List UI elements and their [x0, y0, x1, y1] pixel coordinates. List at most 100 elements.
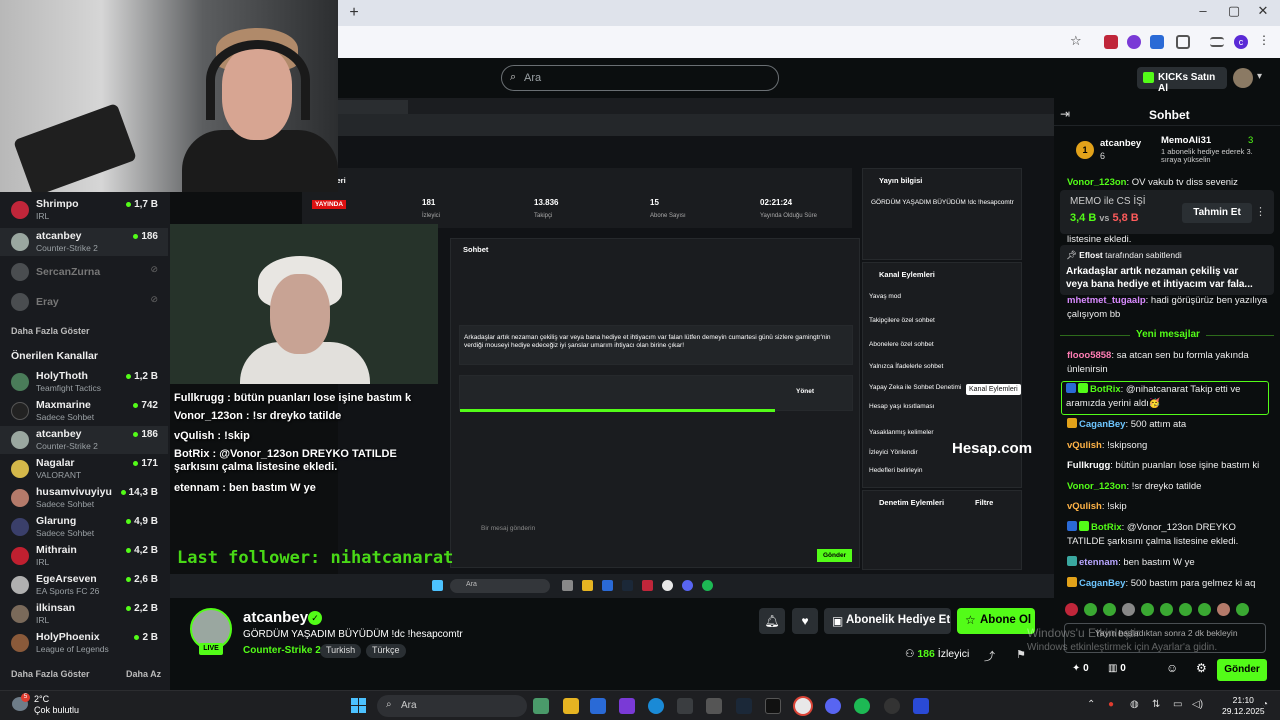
chat-username[interactable]: Vonor_123on — [1067, 177, 1126, 188]
emote-icon[interactable] — [1103, 603, 1116, 616]
more-options-icon[interactable]: ⋮ — [1255, 205, 1266, 218]
emote-icon[interactable] — [1179, 603, 1192, 616]
show-less-link[interactable]: Daha Az — [126, 669, 161, 679]
tray-app-icon[interactable]: ⇅ — [1152, 699, 1160, 710]
follow-heart-button[interactable]: ♥ — [792, 608, 818, 634]
emote-icon[interactable] — [1160, 603, 1173, 616]
chat-username[interactable]: BotRix — [1090, 384, 1121, 395]
buy-kicks-button[interactable]: KICKs Satın Al — [1137, 67, 1227, 94]
tray-app-icon[interactable]: ● — [1108, 699, 1114, 710]
settings-icon[interactable] — [590, 698, 606, 714]
emote-icon[interactable] — [1065, 603, 1078, 616]
taskbar-app-icon[interactable] — [619, 698, 635, 714]
emote-icon[interactable] — [1084, 603, 1097, 616]
sidebar-recommended-channel[interactable]: EgeArseven EA Sports FC 26 2,6 B — [0, 571, 168, 599]
share-icon[interactable]: ⤴ — [984, 648, 995, 664]
report-flag-icon[interactable]: ⚑ — [1016, 648, 1026, 661]
emote-picker-icon[interactable]: ☺ — [1166, 661, 1178, 675]
taskbar-app-icon[interactable] — [677, 698, 693, 714]
reading-list-icon[interactable] — [1210, 37, 1224, 47]
kicks-counter[interactable]: ▥ 0 — [1108, 663, 1126, 674]
channel-name[interactable]: atcanbey — [243, 609, 308, 626]
maximize-button[interactable]: ▢ — [1224, 3, 1244, 19]
chat-username[interactable]: vQulish — [1067, 440, 1102, 451]
sidebar-followed-channel[interactable]: atcanbey Counter-Strike 2 186 — [0, 228, 168, 256]
sidebar-followed-channel[interactable]: SercanZurna ⊘ — [0, 258, 168, 286]
sidebar-recommended-channel[interactable]: Maxmarine Sadece Sohbet 742 — [0, 397, 168, 425]
gear-icon[interactable]: ⚙ — [1196, 661, 1207, 675]
bookmark-star-icon[interactable]: ☆ — [1070, 33, 1084, 48]
profile-avatar[interactable]: c — [1234, 35, 1248, 49]
terminal-icon[interactable] — [765, 698, 781, 714]
pinned-message[interactable]: 📌︎ Eflost tarafından sabitlendi Arkadaşl… — [1060, 245, 1274, 295]
minimize-button[interactable]: – — [1193, 3, 1213, 18]
stream-tag[interactable]: Türkçe — [366, 644, 406, 658]
extension-icon[interactable] — [1104, 35, 1118, 49]
sidebar-recommended-channel[interactable]: Nagalar VALORANT 171 — [0, 455, 168, 483]
user-avatar[interactable] — [1233, 68, 1253, 88]
obs-icon[interactable] — [884, 698, 900, 714]
sidebar-recommended-channel[interactable]: ilkinsan IRL 2,2 B — [0, 600, 168, 628]
sidebar-recommended-channel[interactable]: husamvivuyiyu Sadece Sohbet 14,3 B — [0, 484, 168, 512]
notification-bell-button[interactable]: 🔔︎ — [759, 608, 785, 634]
show-more-recommended-link[interactable]: Daha Fazla Göster — [11, 669, 90, 679]
top-gifters-banner[interactable]: 1 atcanbey 6 MemoAli31 3 1 abonelik hedi… — [1064, 132, 1274, 172]
emote-icon[interactable] — [1217, 603, 1230, 616]
system-clock[interactable]: 21:10 29.12.2025 — [1222, 695, 1265, 717]
chevron-down-icon[interactable]: ▾ — [1257, 71, 1262, 82]
notifications-bell-icon[interactable]: ◔ — [1262, 699, 1268, 710]
stream-category-link[interactable]: Counter-Strike 2 — [243, 645, 321, 656]
extension-icon[interactable] — [1127, 35, 1141, 49]
chat-username[interactable]: flooo5858 — [1067, 350, 1111, 361]
network-icon[interactable]: ▭ — [1173, 699, 1182, 710]
sidebar-recommended-channel[interactable]: Glarung Sadece Sohbet 4,9 B — [0, 513, 168, 541]
steam-icon[interactable] — [736, 698, 752, 714]
show-more-link[interactable]: Daha Fazla Göster — [11, 326, 90, 336]
chat-username[interactable]: BotRix — [1091, 522, 1122, 533]
collapse-chat-icon[interactable]: ⇥ — [1060, 107, 1070, 121]
chrome-icon[interactable] — [795, 698, 811, 714]
file-explorer-icon[interactable] — [563, 698, 579, 714]
start-button[interactable] — [351, 698, 367, 714]
emote-icon[interactable] — [1141, 603, 1154, 616]
chat-username[interactable]: CaganBey — [1079, 578, 1125, 589]
emote-icon[interactable] — [1236, 603, 1249, 616]
extensions-puzzle-icon[interactable] — [1176, 35, 1190, 49]
chat-username[interactable]: Fullkrugg — [1067, 460, 1110, 471]
taskbar-search[interactable]: ⌕ Ara — [377, 695, 527, 717]
volume-icon[interactable]: ◁) — [1192, 699, 1203, 710]
extension-icon[interactable] — [1150, 35, 1164, 49]
chat-username[interactable]: vQulish — [1067, 501, 1102, 512]
spotify-icon[interactable] — [854, 698, 870, 714]
taskbar-app-icon[interactable] — [913, 698, 929, 714]
taskbar-app-icon[interactable] — [533, 698, 549, 714]
send-chat-button[interactable]: Gönder — [1217, 659, 1267, 681]
gift-subscription-button[interactable]: ▣ Abonelik Hediye Et — [824, 608, 951, 634]
subscribe-button[interactable]: ☆ Abone Ol — [957, 608, 1035, 634]
emote-icon[interactable] — [1122, 603, 1135, 616]
chat-username[interactable]: mhetmet_tugaalp — [1067, 295, 1146, 306]
discord-icon[interactable] — [825, 698, 841, 714]
predict-button[interactable]: Tahmin Et — [1182, 203, 1252, 223]
sidebar-recommended-channel[interactable]: Mithrain IRL 4,2 B — [0, 542, 168, 570]
taskbar-app-icon[interactable] — [706, 698, 722, 714]
chat-username[interactable]: Vonor_123on — [1067, 481, 1126, 492]
points-counter[interactable]: ✦ 0 — [1072, 663, 1089, 674]
tray-app-icon[interactable]: ◍ — [1130, 699, 1139, 710]
sidebar-followed-channel[interactable]: Shrimpo IRL 1,7 B — [0, 196, 168, 224]
sidebar-recommended-channel[interactable]: atcanbey Counter-Strike 2 186 — [0, 426, 168, 454]
sidebar-recommended-channel[interactable]: HolyPhoenix League of Legends 2 B — [0, 629, 168, 657]
chat-username[interactable]: etennam — [1079, 557, 1118, 568]
weather-widget[interactable]: 2°C Çok bulutlu — [34, 694, 79, 716]
sidebar-recommended-channel[interactable]: HolyThoth Teamfight Tactics 1,2 B — [0, 368, 168, 396]
browser-menu-icon[interactable]: ⋮ — [1258, 33, 1272, 47]
sidebar-followed-channel[interactable]: Eray ⊘ — [0, 288, 168, 316]
emote-icon[interactable] — [1198, 603, 1211, 616]
new-tab-button[interactable]: + — [345, 4, 363, 22]
chat-username[interactable]: CaganBey — [1079, 419, 1125, 430]
tray-chevron-icon[interactable]: ⌃ — [1087, 699, 1095, 710]
edge-icon[interactable] — [648, 698, 664, 714]
search-input[interactable]: ⌕ Ara — [501, 65, 779, 91]
stream-tag[interactable]: Turkish — [320, 644, 362, 658]
close-window-button[interactable]: ✕ — [1253, 3, 1273, 19]
